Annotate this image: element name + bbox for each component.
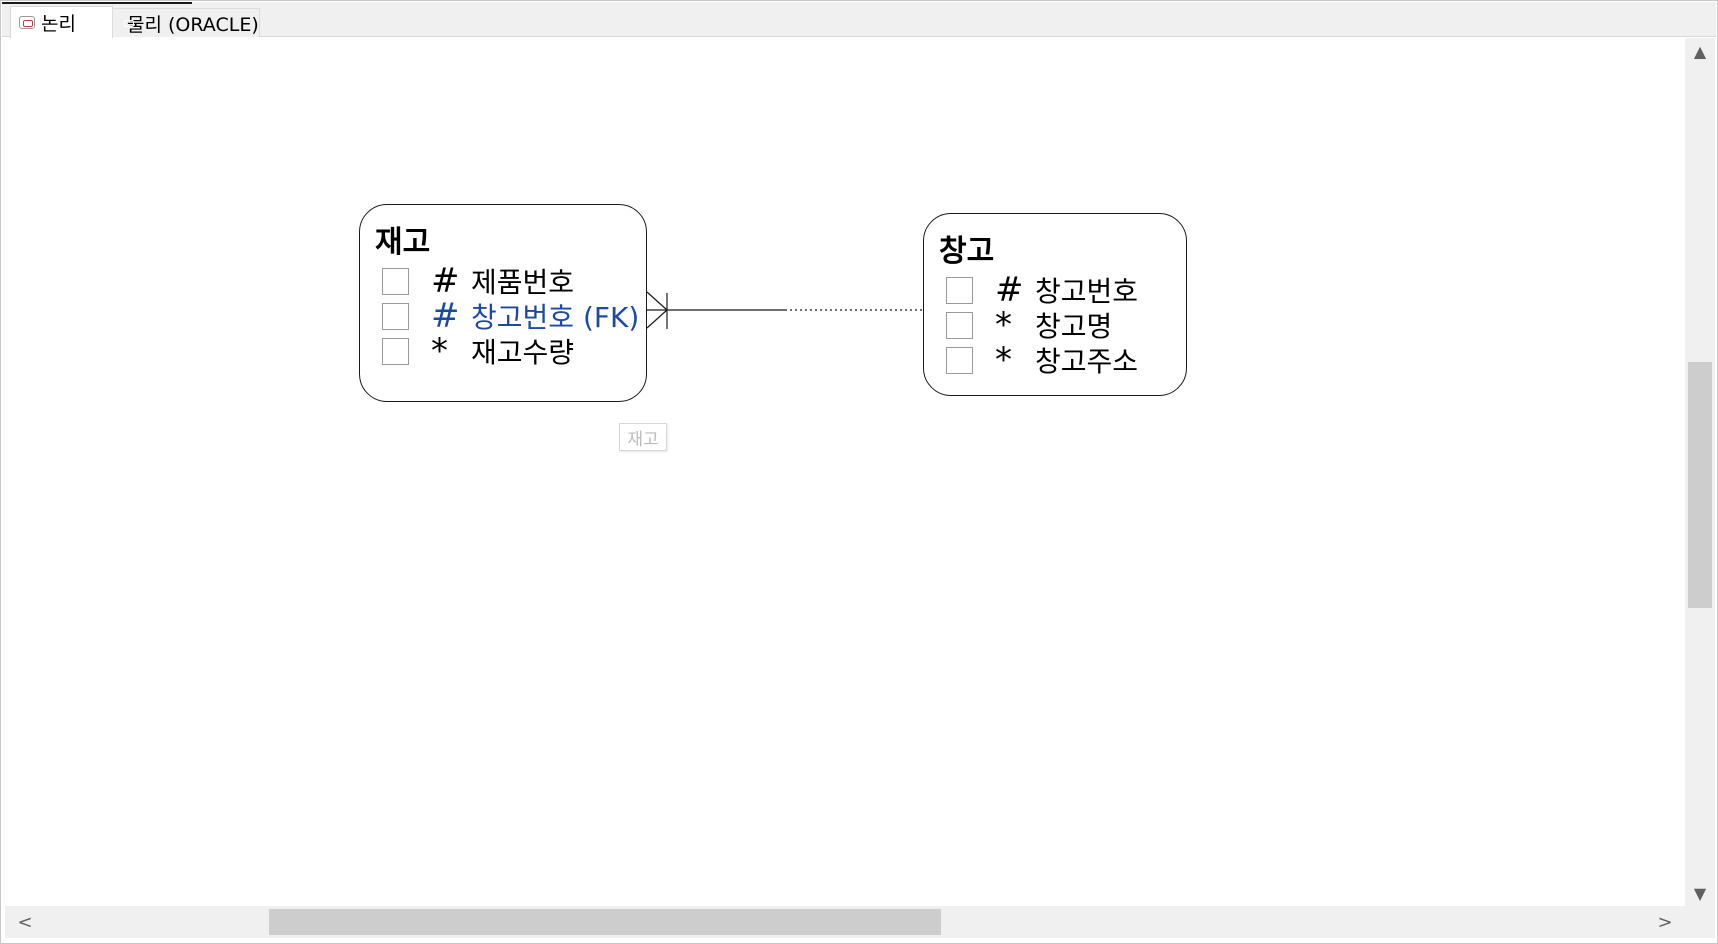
entity-warehouse[interactable]: 창고 # 창고번호 * 창고명 * 창고주소 <box>923 213 1187 396</box>
primary-key-mark: # <box>995 270 1024 310</box>
attribute-row[interactable]: * 창고주소 <box>946 340 1138 380</box>
model-tab-strip: 논리 물리 (ORACLE) <box>2 2 1716 38</box>
attribute-name: 창고번호 <box>1035 275 1139 308</box>
attribute-checkbox[interactable] <box>946 276 973 304</box>
vertical-scroll-thumb[interactable] <box>1688 362 1712 608</box>
scroll-down-icon[interactable]: ▼ <box>1685 882 1715 904</box>
attribute-name: 창고명 <box>1035 310 1113 343</box>
mandatory-mark: * <box>431 331 448 371</box>
tab-physical[interactable]: 물리 (ORACLE) <box>112 8 260 37</box>
tab-logical-label: 논리 <box>41 13 76 35</box>
attribute-checkbox[interactable] <box>946 346 973 374</box>
attribute-checkbox[interactable] <box>946 311 973 339</box>
scroll-right-icon[interactable]: > <box>1651 906 1679 938</box>
scroll-left-icon[interactable]: < <box>11 906 39 938</box>
attribute-checkbox[interactable] <box>382 337 409 365</box>
attribute-row[interactable]: * 창고명 <box>946 305 1112 345</box>
diagram-canvas[interactable]: 재고 # 제품번호 # 창고번호 (FK) * 재고수량 재고 창고 # 창고번… <box>5 38 1685 906</box>
attribute-row[interactable]: * 재고수량 <box>382 331 574 371</box>
tab-physical-label: 물리 (ORACLE) <box>127 13 259 36</box>
mandatory-mark: * <box>995 340 1012 380</box>
primary-key-mark: # <box>431 261 460 301</box>
tab-logical[interactable]: 논리 <box>10 6 113 38</box>
attribute-checkbox[interactable] <box>382 302 409 330</box>
attribute-name: 제품번호 <box>471 266 575 299</box>
attribute-name: 창고번호 (FK) <box>471 301 640 334</box>
entity-inventory[interactable]: 재고 # 제품번호 # 창고번호 (FK) * 재고수량 <box>359 204 647 402</box>
attribute-checkbox[interactable] <box>382 267 409 295</box>
entity-title: 재고 <box>375 225 431 260</box>
diagram-editor-window: 논리 물리 (ORACLE) 재고 # 제품번호 # 창고번호 (FK) * 재… <box>0 0 1718 944</box>
relationship-label[interactable]: 재고 <box>619 423 667 451</box>
active-tab-indicator <box>2 2 192 4</box>
attribute-name: 재고수량 <box>471 336 575 369</box>
logical-model-icon <box>19 16 35 29</box>
vertical-scrollbar[interactable]: ▲ ▼ <box>1685 38 1715 906</box>
horizontal-scroll-thumb[interactable] <box>269 909 941 935</box>
primary-key-mark: # <box>431 296 460 336</box>
mandatory-mark: * <box>995 305 1012 345</box>
scroll-up-icon[interactable]: ▲ <box>1685 40 1715 62</box>
attribute-row[interactable]: # 창고번호 <box>946 270 1138 310</box>
entity-title: 창고 <box>939 234 995 269</box>
attribute-row[interactable]: # 제품번호 <box>382 261 574 301</box>
attribute-row-foreign-key[interactable]: # 창고번호 (FK) <box>382 296 639 336</box>
crows-foot-lower <box>646 309 668 329</box>
attribute-name: 창고주소 <box>1035 345 1139 378</box>
horizontal-scrollbar[interactable]: < > <box>5 906 1685 938</box>
crows-foot-upper <box>646 291 668 311</box>
relationship-lines <box>645 291 923 329</box>
scrollbar-corner <box>1685 906 1715 938</box>
